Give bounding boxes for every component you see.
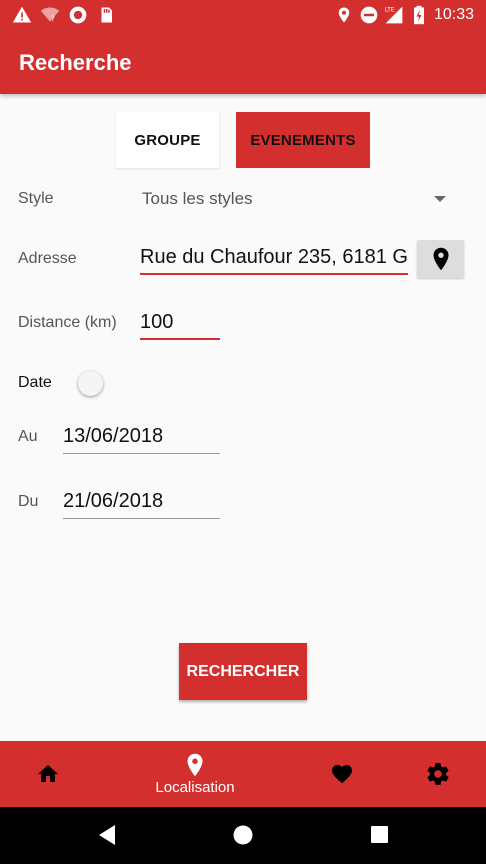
location-pin-icon [433, 247, 448, 271]
status-time: 10:33 [433, 6, 474, 23]
distance-label: Distance (km) [18, 314, 117, 331]
dropdown-arrow-icon[interactable] [434, 196, 446, 202]
wifi-off-icon: ? [40, 7, 60, 24]
heart-icon [332, 765, 352, 784]
distance-input[interactable]: 100 [140, 311, 220, 339]
page-title: Recherche [19, 50, 132, 75]
battery-charging-icon [414, 5, 424, 25]
app-bar: Recherche [0, 31, 486, 94]
du-date-input[interactable]: 21/06/2018 [63, 490, 220, 518]
sd-card-icon [101, 7, 112, 23]
au-underline [63, 453, 220, 454]
home-icon [38, 765, 58, 782]
nav-favorites[interactable] [310, 741, 374, 807]
back-icon[interactable] [97, 824, 117, 846]
dnd-icon [360, 6, 378, 24]
svg-text:LTE: LTE [385, 8, 395, 14]
recents-icon[interactable] [370, 824, 390, 846]
nav-localisation[interactable]: Localisation [140, 741, 250, 807]
tab-evenements[interactable]: EVENEMENTS [236, 112, 370, 168]
lte-icon: LTE [385, 6, 403, 24]
address-label: Adresse [18, 250, 77, 267]
nav-settings[interactable] [406, 741, 470, 807]
settings-icon [427, 763, 449, 785]
home-circle-icon[interactable] [232, 824, 254, 846]
distance-underline [140, 338, 220, 340]
location-pin-icon [187, 753, 203, 776]
warning-icon [12, 6, 32, 23]
search-button[interactable]: RECHERCHER [179, 643, 307, 700]
status-bar: ? LTE 10:33 [0, 0, 486, 31]
location-icon [338, 7, 350, 23]
svg-text:?: ? [51, 15, 55, 24]
address-input[interactable]: Rue du Chaufour 235, 6181 Gouy-lez-Piéto… [140, 246, 408, 274]
au-date-input[interactable]: 13/06/2018 [63, 425, 220, 453]
tab-groupe[interactable]: GROUPE [116, 112, 219, 168]
style-label: Style [18, 190, 54, 207]
record-icon [69, 6, 87, 24]
bottom-navigation: Localisation [0, 741, 486, 807]
du-underline [63, 518, 220, 519]
nav-localisation-label: Localisation [155, 778, 235, 796]
address-underline [140, 273, 408, 275]
date-label: Date [18, 374, 52, 391]
du-label: Du [18, 493, 39, 510]
style-spinner[interactable]: Tous les styles [142, 189, 253, 209]
au-label: Au [18, 428, 38, 445]
nav-home[interactable] [16, 741, 80, 807]
search-screen: ? LTE 10:33 Recherche GROUPE EVENEMENTS … [0, 0, 486, 864]
system-nav-bar [0, 807, 486, 864]
locate-button[interactable] [417, 240, 464, 278]
date-toggle[interactable] [78, 371, 103, 396]
